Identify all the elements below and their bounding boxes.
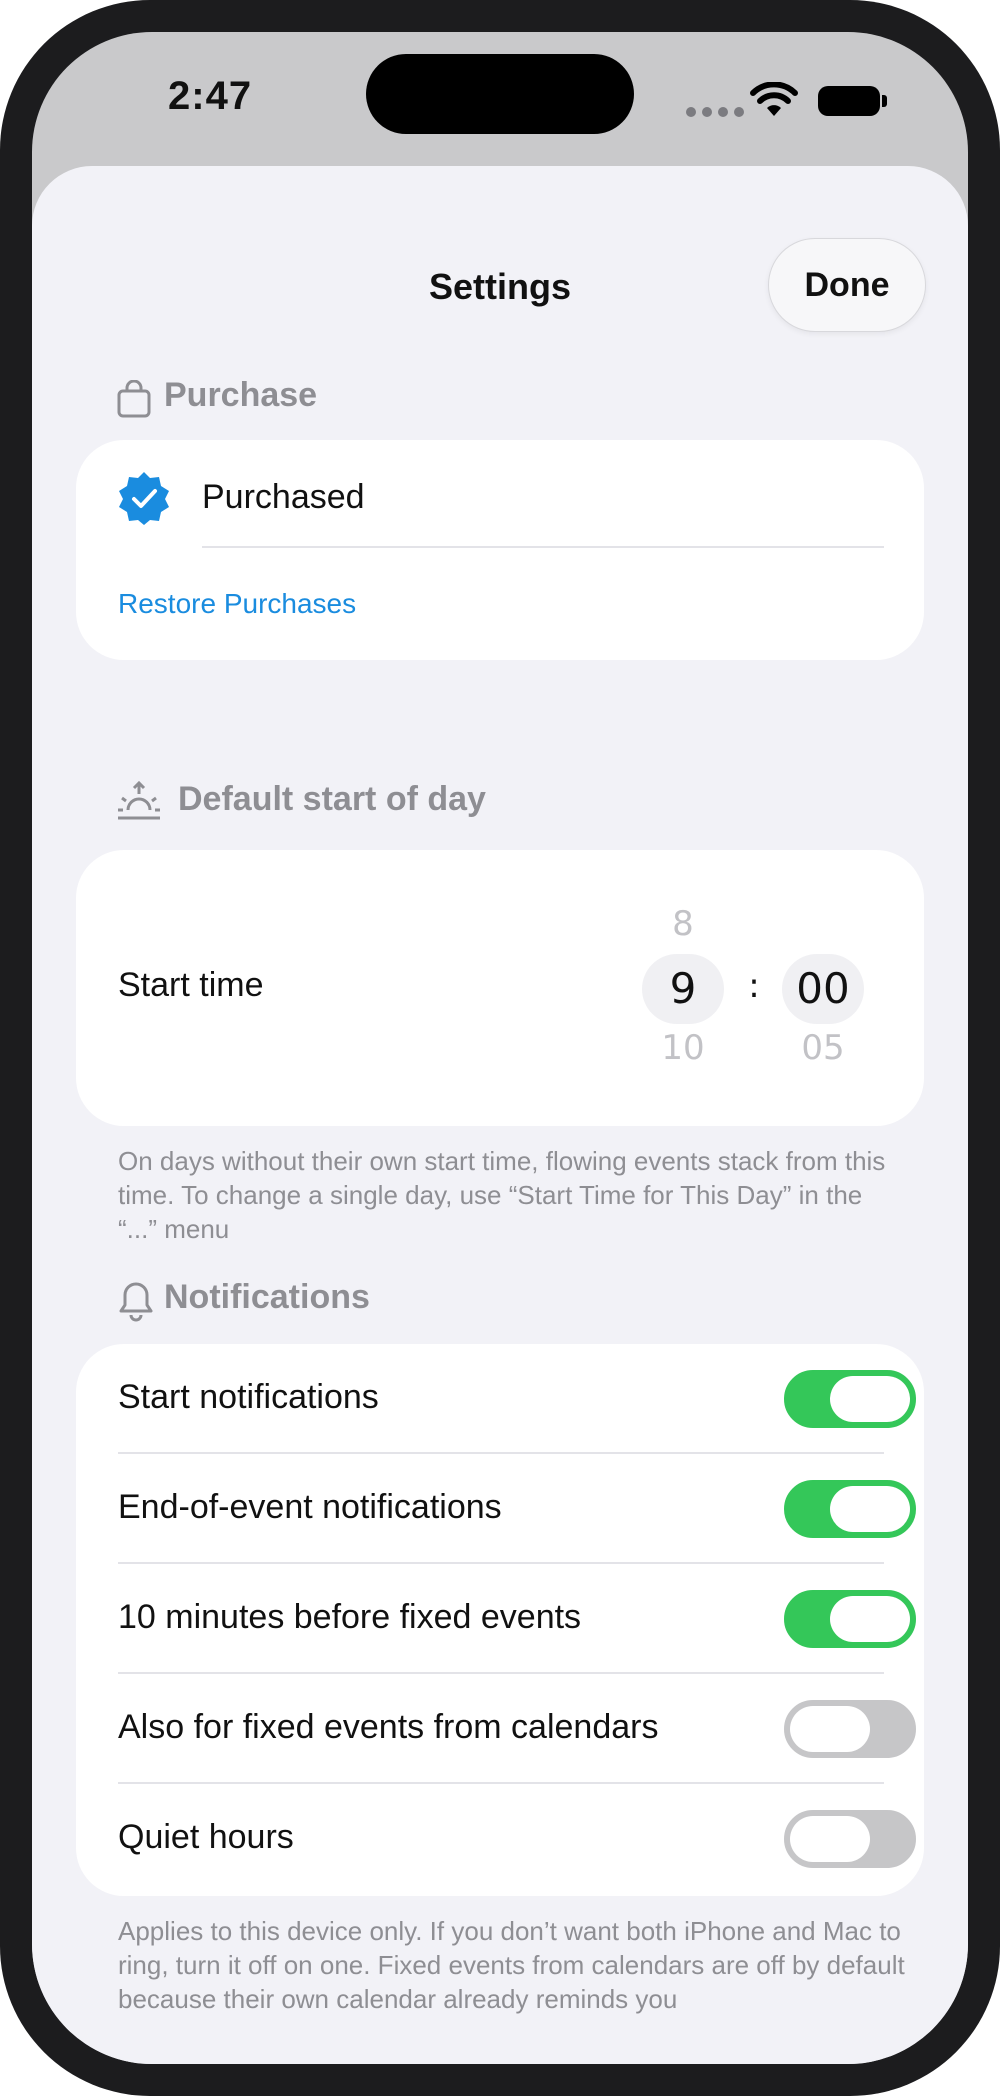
notification-row-label: End-of-event notifications — [118, 1488, 502, 1526]
toggle-knob — [830, 1596, 910, 1642]
wifi-icon — [750, 82, 798, 116]
notification-row-calendars: Also for fixed events from calendars — [76, 1674, 924, 1784]
notification-row-label: 10 minutes before fixed events — [118, 1598, 582, 1636]
dynamic-island — [366, 54, 634, 134]
verified-badge-icon — [119, 472, 169, 525]
done-button[interactable]: Done — [768, 238, 926, 332]
start-time-label: Start time — [118, 966, 264, 1004]
purchase-card: Purchased Restore Purchases — [76, 440, 924, 660]
start-of-day-section-title: Default start of day — [178, 780, 486, 818]
bell-icon — [119, 1282, 153, 1322]
sunrise-icon — [118, 780, 160, 820]
start-time-card: Start time 8 9 10 : 00 05 — [76, 850, 924, 1126]
fixed-events-from-calendars-toggle[interactable] — [784, 1700, 916, 1758]
quiet-hours-toggle[interactable] — [784, 1810, 916, 1868]
hour-picker-selected[interactable]: 9 — [642, 964, 724, 1013]
status-time: 2:47 — [168, 74, 253, 118]
time-separator: : — [748, 966, 760, 1006]
toggle-knob — [830, 1486, 910, 1532]
hour-picker-above[interactable]: 8 — [642, 904, 724, 944]
bag-icon — [117, 380, 151, 418]
restore-purchases-link[interactable]: Restore Purchases — [118, 588, 356, 620]
notification-row-end: End-of-event notifications — [76, 1454, 924, 1564]
start-notifications-toggle[interactable] — [784, 1370, 916, 1428]
end-of-event-notifications-toggle[interactable] — [784, 1480, 916, 1538]
notification-row-start: Start notifications — [76, 1344, 924, 1454]
notification-row-label: Start notifications — [118, 1378, 379, 1416]
minute-picker-selected[interactable]: 00 — [782, 964, 864, 1013]
before-fixed-events-toggle[interactable] — [784, 1590, 916, 1648]
notification-row-quiet-hours: Quiet hours — [76, 1784, 924, 1894]
divider — [202, 546, 884, 548]
battery-icon — [818, 86, 880, 116]
notifications-footnote: Applies to this device only. If you don’… — [118, 1916, 905, 2014]
notifications-card: Start notifications End-of-event notific… — [76, 1344, 924, 1896]
settings-sheet: Settings Done Purchase Purchased Restore… — [32, 166, 968, 2064]
notifications-section-title: Notifications — [164, 1278, 370, 1316]
minute-picker-below[interactable]: 05 — [782, 1028, 864, 1068]
toggle-knob — [790, 1816, 870, 1862]
purchase-section-title: Purchase — [164, 376, 318, 414]
toggle-knob — [830, 1376, 910, 1422]
cellular-dots-icon — [686, 107, 746, 119]
screen: 2:47 Settings Done Purchase Purchased Re… — [32, 32, 968, 2064]
toggle-knob — [790, 1706, 870, 1752]
start-time-footnote: On days without their own start time, fl… — [118, 1146, 886, 1244]
hour-picker-below[interactable]: 10 — [642, 1028, 724, 1068]
battery-nub — [882, 95, 887, 107]
notification-row-label: Quiet hours — [118, 1818, 294, 1856]
notification-row-before-fixed: 10 minutes before fixed events — [76, 1564, 924, 1674]
purchased-status-label: Purchased — [202, 478, 365, 516]
device-frame: 2:47 Settings Done Purchase Purchased Re… — [0, 0, 1000, 2096]
notification-row-label: Also for fixed events from calendars — [118, 1708, 659, 1746]
